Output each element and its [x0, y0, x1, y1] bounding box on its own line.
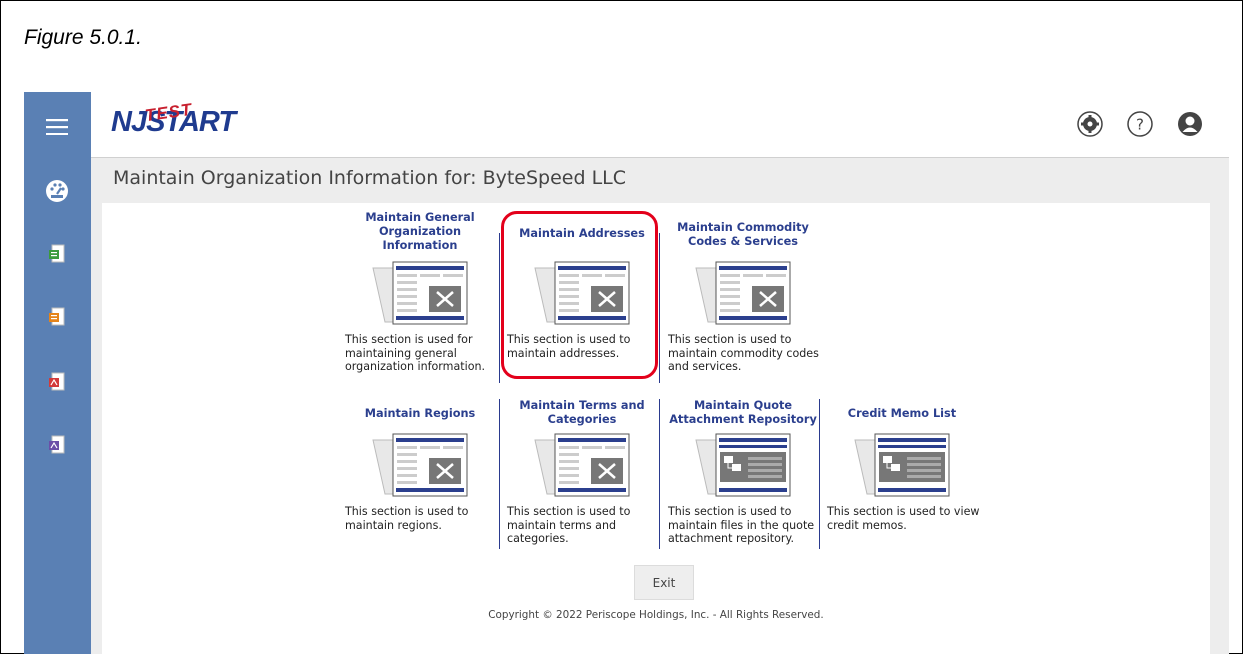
tools-icon[interactable]: [688, 258, 798, 332]
user-icon[interactable]: [1175, 109, 1205, 139]
page-title: Maintain Organization Information for: B…: [113, 167, 627, 189]
app-screenshot: NJSTART TEST ? Maintain Organization Inf…: [24, 92, 1229, 654]
help-icon[interactable]: ?: [1125, 109, 1155, 139]
tile-description: This section is used to maintain commodi…: [668, 333, 819, 373]
document-red-icon[interactable]: [37, 362, 77, 402]
tile-title[interactable]: Maintain General Organization Informatio…: [345, 211, 495, 253]
tile-title[interactable]: Maintain Commodity Codes & Services: [668, 221, 818, 249]
header-icons: ?: [1075, 109, 1205, 139]
tile-separator: [499, 399, 500, 549]
tile-separator: [659, 399, 660, 549]
svg-text:?: ?: [1136, 116, 1144, 134]
copyright: Copyright © 2022 Periscope Holdings, Inc…: [488, 609, 824, 621]
tile-separator: [819, 399, 820, 549]
top-bar: NJSTART TEST ?: [91, 92, 1229, 158]
dashboard-icon[interactable]: [37, 170, 77, 210]
tile-description: This section is used to maintain terms a…: [507, 505, 631, 545]
tile-separator: [659, 233, 660, 383]
tile-title[interactable]: Maintain Quote Attachment Repository: [668, 399, 818, 427]
highlight-outline: [501, 211, 658, 379]
sidebar: [24, 92, 91, 654]
tile-description: This section is used to maintain regions…: [345, 505, 469, 532]
tools-icon[interactable]: [365, 430, 475, 504]
figure-caption: Figure 5.0.1.: [24, 26, 142, 49]
menu-icon[interactable]: [37, 107, 77, 147]
tile-description: This section is used for maintaining gen…: [345, 333, 486, 373]
files-icon[interactable]: [847, 430, 957, 504]
tools-icon[interactable]: [527, 430, 637, 504]
tools-icon[interactable]: [365, 258, 475, 332]
tile-description: This section is used to view credit memo…: [827, 505, 980, 532]
tile-title[interactable]: Credit Memo List: [827, 407, 977, 421]
document-green-icon[interactable]: [37, 234, 77, 274]
settings-icon[interactable]: [1075, 109, 1105, 139]
tile-title[interactable]: Maintain Regions: [345, 407, 495, 421]
document-orange-icon[interactable]: [37, 297, 77, 337]
tile-description: This section is used to maintain files i…: [668, 505, 815, 545]
exit-button[interactable]: Exit: [634, 565, 694, 600]
tile-separator: [499, 233, 500, 383]
tile-title[interactable]: Maintain Terms and Categories: [507, 399, 657, 427]
document-blue-icon[interactable]: [37, 425, 77, 465]
njstart-logo[interactable]: NJSTART TEST: [111, 100, 236, 139]
files-icon[interactable]: [688, 430, 798, 504]
